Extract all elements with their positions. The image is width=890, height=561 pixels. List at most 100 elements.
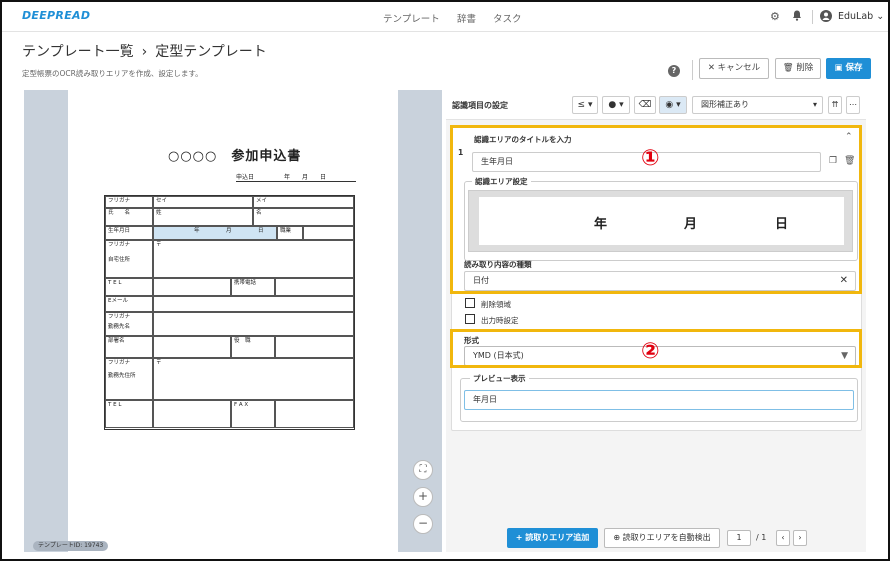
delete-area-label: 削除領域 [481,300,511,309]
eraser-icon: ⌫ [638,100,652,110]
form-cell: F A X [231,400,275,428]
panel-footer: + 読取りエリア追加 ⊕ 読取りエリアを自動検出 1 / 1 ‹ › [446,522,866,552]
ellipsis-icon: ⋯ [849,100,857,109]
form-cell [153,400,231,428]
page-number-input[interactable]: 1 [727,530,751,546]
more-options-button[interactable]: ⋯ [846,96,860,114]
form-cell: フリガナ [105,196,153,208]
eye-icon: ◉ [665,100,674,110]
nav-templates[interactable]: テンプレート [383,11,440,25]
app-logo[interactable]: DEEPREAD [22,9,90,22]
less-equal-tool-button[interactable]: ≤ ▾ [572,96,598,114]
user-menu[interactable]: EduLab ⌄ [838,11,884,22]
form-cell: 生年月日 [105,226,153,240]
form-cell: 携帯電話 [231,278,275,296]
nav-dictionary[interactable]: 辞書 [457,11,476,25]
delete-area-checkbox[interactable] [465,298,475,308]
document-title: ○○○○ 参加申込書 [168,149,302,164]
user-circle-icon[interactable] [820,10,832,25]
page-header: テンプレート一覧 › 定型テンプレート 定型帳票のOCR読み取りエリアを作成、設定し… [2,32,888,90]
form-cell: メイ [253,196,354,208]
ink-drop-tool-button[interactable]: ● ▾ [602,96,630,114]
form-cell-text: 自宅住所 [108,257,131,263]
less-equal-icon: ≤ [577,100,586,110]
document-date-line: 申込日 年 月 日 [236,172,356,182]
form-cell [275,336,354,358]
annotation-marker-2: ② [641,339,660,364]
chevron-down-icon: ⌄ [873,11,885,22]
form-cell [153,312,354,336]
application-form: フリガナ セイ メイ 氏 名 姓 名 生年月日 年 月 日 職業 フリガナ 自宅… [104,195,355,430]
form-cell [275,278,354,296]
help-icon[interactable]: ? [668,65,680,77]
delete-button[interactable]: 🗑 削除 [775,58,821,79]
form-cell [303,226,354,240]
gear-icon[interactable]: ⚙ [770,10,780,23]
trash-icon: 🗑 [782,63,797,73]
chevron-left-icon: ‹ [781,533,785,542]
save-label: 保存 [845,63,863,73]
add-area-label: 読取りエリア追加 [525,533,590,542]
collapse-all-button[interactable]: ⇈ [828,96,842,114]
form-cell: 姓 [153,208,253,226]
user-name: EduLab [838,11,874,22]
form-cell: 〒 [153,240,354,278]
form-cell: Eメール [105,296,153,312]
eraser-tool-button[interactable]: ⌫ [634,96,656,114]
panel-toolbar: 認識項目の設定 ≤ ▾ ● ▾ ⌫ ◉ ▾ 図形補正あり ▾ ⇈ ⋯ [446,90,866,120]
form-cell: 〒 [153,358,354,400]
prev-page-button[interactable]: ‹ [776,530,790,546]
header-separator [692,60,693,80]
caret-down-icon: ▾ [812,100,817,109]
form-cell: 名 [253,208,354,226]
zoom-in-button[interactable]: + [413,487,433,507]
page-title: 定型テンプレート [155,44,267,60]
next-page-button[interactable]: › [793,530,807,546]
navbar-separator [812,10,813,24]
form-cell: セイ [153,196,253,208]
form-cell-text: 月 [226,228,232,234]
form-cell [153,336,231,358]
bell-icon[interactable] [792,10,802,24]
page-subtitle: 定型帳票のOCR読み取りエリアを作成、設定します。 [22,69,203,78]
plus-icon: + [515,533,526,542]
top-navbar: DEEPREAD テンプレート 辞書 タスク ⚙ EduLab ⌄ [2,2,888,32]
form-cell: T E L [105,400,153,428]
form-cell-text: 年 [194,228,200,234]
delete-label: 削除 [796,63,814,73]
save-button[interactable]: ▣ 保存 [826,58,871,79]
document-viewer[interactable]: ○○○○ 参加申込書 申込日 年 月 日 フリガナ セイ メイ 氏 名 姓 名 … [24,90,442,552]
output-setting-checkbox[interactable] [465,314,475,324]
chevron-right-icon: › [798,533,802,542]
droplet-icon: ● [608,100,617,110]
add-area-button[interactable]: + 読取りエリア追加 [507,528,598,548]
document-page: ○○○○ 参加申込書 申込日 年 月 日 フリガナ セイ メイ 氏 名 姓 名 … [68,90,398,552]
zoom-out-button[interactable]: − [413,514,433,534]
cancel-label: キャンセル [717,63,761,73]
form-cell-text: 勤務先住所 [108,373,136,379]
form-cell: フリガナ 勤務先住所 [105,358,153,400]
chevron-up-double-icon: ⇈ [831,100,839,109]
crosshair-icon: ⊕ [613,533,623,542]
form-cell: T E L [105,278,153,296]
form-cell-text: 日 [258,228,264,234]
fullscreen-icon[interactable]: ⛶ [413,460,433,480]
form-cell: 職業 [277,226,303,240]
correction-select[interactable]: 図形補正あり ▾ [692,96,823,114]
visibility-tool-button[interactable]: ◉ ▾ [659,96,687,114]
annotation-marker-1: ① [641,146,660,171]
floppy-disk-icon: ▣ [834,63,846,73]
template-id-badge: テンプレートID: 19743 [33,541,109,551]
auto-detect-button[interactable]: ⊕ 読取りエリアを自動検出 [604,528,720,548]
form-cell [153,278,231,296]
form-cell [153,296,354,312]
breadcrumb-root[interactable]: テンプレート一覧 [22,44,134,60]
panel-title: 認識項目の設定 [452,101,508,110]
form-cell [275,400,354,428]
cancel-button[interactable]: ✕ キャンセル [699,58,769,79]
form-cell: フリガナ 自宅住所 [105,240,153,278]
breadcrumb: テンプレート一覧 › 定型テンプレート [22,41,275,61]
form-cell-text: フリガナ [108,314,131,320]
nav-tasks[interactable]: タスク [493,11,522,25]
form-cell-text: 勤務先名 [108,324,131,330]
